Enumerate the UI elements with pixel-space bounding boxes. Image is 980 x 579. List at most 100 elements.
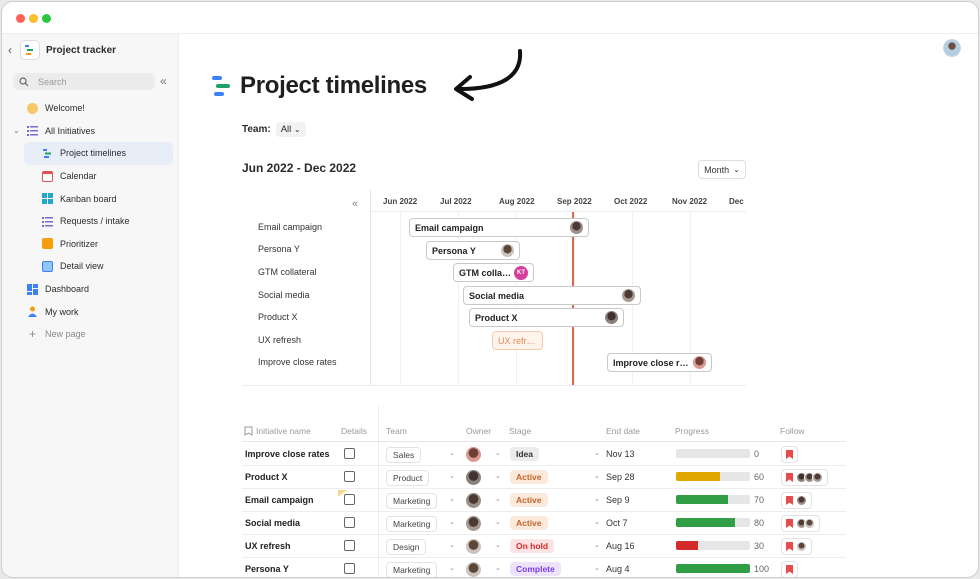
owner-avatar[interactable] [466, 539, 481, 554]
chevron-down-icon[interactable]: ⌄ [495, 472, 501, 480]
chevron-down-icon[interactable]: ⌄ [594, 518, 600, 526]
end-date[interactable]: Aug 16 [606, 541, 635, 551]
chevron-down-icon[interactable]: ⌄ [449, 518, 455, 526]
follow-button[interactable] [781, 515, 820, 532]
initiative-name[interactable]: Persona Y [245, 564, 289, 574]
chevron-down-icon[interactable]: ⌄ [594, 541, 600, 549]
owner-avatar[interactable] [466, 516, 481, 531]
sidebar-item-my-work[interactable]: My work [2, 300, 179, 323]
initiative-name[interactable]: Product X [245, 472, 288, 482]
end-date[interactable]: Sep 28 [606, 472, 635, 482]
sidebar-item-calendar[interactable]: Calendar [2, 165, 179, 188]
chevron-down-icon[interactable]: ⌄ [495, 495, 501, 503]
sidebar-item-detail-view[interactable]: Detail view [2, 255, 179, 278]
sidebar-item-all-initiatives[interactable]: ⌄ All Initiatives [2, 120, 179, 143]
initiative-name[interactable]: Improve close rates [245, 449, 330, 459]
column-header-end-date[interactable]: End date [606, 426, 640, 436]
stage-badge[interactable]: Complete [510, 562, 561, 576]
chevron-down-icon[interactable]: ⌄ [495, 541, 501, 549]
chevron-down-icon[interactable]: ⌄ [594, 564, 600, 572]
end-date[interactable]: Nov 13 [606, 449, 635, 459]
column-header-owner[interactable]: Owner [466, 426, 491, 436]
search-input[interactable]: Search [13, 73, 155, 90]
column-header-follow[interactable]: Follow [780, 426, 805, 436]
sidebar-item-requests[interactable]: Requests / intake [2, 210, 179, 233]
collapse-sidebar-icon[interactable]: « [160, 74, 167, 88]
end-date[interactable]: Oct 7 [606, 518, 628, 528]
follow-button[interactable] [781, 446, 798, 463]
timeline-bar-improve-close-rates[interactable]: Improve close r… [607, 353, 712, 372]
user-avatar[interactable] [943, 39, 961, 57]
details-icon[interactable] [344, 494, 355, 505]
timeline-bar-gtm-collateral[interactable]: GTM colla… KT [453, 263, 534, 282]
minimize-window-button[interactable] [29, 14, 38, 23]
details-icon[interactable] [344, 563, 355, 574]
column-header-progress[interactable]: Progress [675, 426, 709, 436]
details-icon[interactable] [344, 471, 355, 482]
stage-badge[interactable]: Idea [510, 447, 540, 461]
owner-avatar[interactable] [466, 493, 481, 508]
chevron-down-icon[interactable]: ⌄ [495, 449, 501, 457]
table-row[interactable]: Improve close rates Sales ⌄ ⌄ Idea ⌄ Nov 13 0 [242, 443, 846, 466]
close-window-button[interactable] [16, 14, 25, 23]
details-icon[interactable] [344, 448, 355, 459]
table-row[interactable]: UX refresh Design ⌄ ⌄ On hold ⌄ Aug 16 30 [242, 535, 846, 558]
chevron-down-icon[interactable]: ⌄ [495, 518, 501, 526]
chevron-down-icon[interactable]: ⌄ [594, 449, 600, 457]
sidebar-item-welcome[interactable]: Welcome! [2, 97, 179, 120]
chevron-down-icon[interactable]: ⌄ [449, 495, 455, 503]
sidebar-item-project-timelines[interactable]: Project timelines [24, 142, 173, 165]
owner-avatar[interactable] [466, 470, 481, 485]
maximize-window-button[interactable] [42, 14, 51, 23]
chevron-down-icon[interactable]: ⌄ [449, 541, 455, 549]
team-filter-select[interactable]: All ⌄ [275, 122, 306, 137]
initiative-name[interactable]: Email campaign [245, 495, 314, 505]
chevron-down-icon[interactable]: ⌄ [594, 495, 600, 503]
column-header-name[interactable]: Initiative name [256, 426, 311, 436]
chevron-down-icon[interactable]: ⌄ [449, 449, 455, 457]
sidebar-item-dashboard[interactable]: Dashboard [2, 278, 179, 301]
timeline-bar-email-campaign[interactable]: Email campaign [409, 218, 589, 237]
team-select[interactable]: Design [386, 539, 427, 555]
follow-button[interactable] [781, 492, 812, 509]
team-select[interactable]: Sales [386, 447, 422, 463]
owner-avatar[interactable] [466, 562, 481, 577]
chevron-down-icon[interactable]: ⌄ [449, 564, 455, 572]
initiative-name[interactable]: UX refresh [245, 541, 291, 551]
chevron-down-icon[interactable]: ⌄ [13, 126, 20, 135]
stage-badge[interactable]: Active [510, 470, 548, 484]
chevron-down-icon[interactable]: ⌄ [449, 472, 455, 480]
timeline-bar-ux-refresh[interactable]: UX refr… [492, 331, 543, 350]
collapse-timeline-icon[interactable]: « [352, 198, 358, 210]
follow-button[interactable] [781, 469, 828, 486]
team-select[interactable]: Product [386, 470, 430, 486]
table-row[interactable]: Product X Product ⌄ ⌄ Active ⌄ Sep 28 60 [242, 466, 846, 489]
sidebar-item-kanban-board[interactable]: Kanban board [2, 187, 179, 210]
stage-badge[interactable]: Active [510, 516, 548, 530]
chevron-down-icon[interactable]: ⌄ [594, 472, 600, 480]
column-header-team[interactable]: Team [386, 426, 407, 436]
details-icon[interactable] [344, 517, 355, 528]
sidebar-item-prioritizer[interactable]: Prioritizer [2, 233, 179, 256]
owner-avatar[interactable] [466, 447, 481, 462]
team-select[interactable]: Marketing [386, 516, 438, 532]
timeline-bar-persona-y[interactable]: Persona Y [426, 241, 520, 260]
stage-badge[interactable]: On hold [510, 539, 555, 553]
table-row[interactable]: Persona Y Marketing ⌄ ⌄ Complete ⌄ Aug 4 100 [242, 558, 846, 577]
end-date[interactable]: Sep 9 [606, 495, 630, 505]
table-row[interactable]: Email campaign Marketing ⌄ ⌄ Active ⌄ Sep 9 70 [242, 489, 846, 512]
timeline-view-select[interactable]: Month ⌄ [698, 160, 746, 179]
stage-badge[interactable]: Active [510, 493, 548, 507]
column-header-stage[interactable]: Stage [509, 426, 531, 436]
team-select[interactable]: Marketing [386, 562, 438, 577]
team-select[interactable]: Marketing [386, 493, 438, 509]
initiative-name[interactable]: Social media [245, 518, 300, 528]
table-row[interactable]: Social media Marketing ⌄ ⌄ Active ⌄ Oct 7 80 [242, 512, 846, 535]
details-icon[interactable] [344, 540, 355, 551]
chevron-down-icon[interactable]: ⌄ [495, 564, 501, 572]
end-date[interactable]: Aug 4 [606, 564, 630, 574]
timeline-bar-social-media[interactable]: Social media [463, 286, 641, 305]
follow-button[interactable] [781, 538, 812, 555]
timeline-bar-product-x[interactable]: Product X [469, 308, 624, 327]
column-header-details[interactable]: Details [341, 426, 367, 436]
